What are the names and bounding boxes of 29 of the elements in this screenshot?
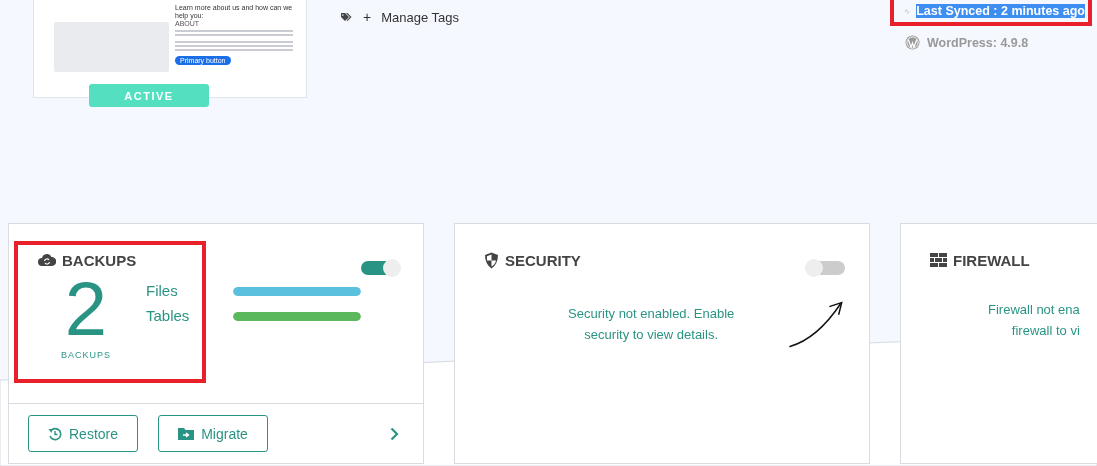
wordpress-icon — [905, 35, 920, 50]
toggle-switch[interactable] — [807, 260, 845, 275]
chevron-right-icon — [390, 426, 399, 441]
migrate-button[interactable]: Migrate — [158, 415, 268, 452]
legend-label: Tables — [146, 306, 190, 325]
arrow-drawing — [788, 299, 845, 349]
card-title: BACKUPS — [62, 251, 137, 269]
message-line: security to view details. — [583, 326, 719, 344]
message-line: firewall to vi — [1010, 322, 1080, 340]
card-title: SECURITY — [505, 251, 581, 269]
status-badge: ACTIVE — [89, 84, 209, 107]
add-symbol[interactable]: + — [363, 9, 372, 25]
toggle-switch[interactable] — [361, 260, 399, 275]
restore-icon — [48, 426, 62, 441]
backup-count: 2 — [64, 271, 108, 347]
brick-wall-icon — [930, 253, 947, 267]
message-line: Security not enabled. Enable — [567, 305, 736, 323]
backup-count-label: BACKUPS — [61, 350, 111, 360]
card-title: FIREWALL — [953, 251, 1030, 269]
tags-icon — [341, 12, 353, 22]
manage-tags-link[interactable]: Manage Tags — [381, 9, 459, 25]
message-line: Firewall not ena — [988, 301, 1080, 319]
restore-button[interactable]: Restore — [28, 415, 138, 452]
folder-arrow-icon — [178, 427, 195, 440]
legend-label: Files — [146, 281, 179, 300]
last-synced-text: Last Synced : 2 minutes ago — [916, 4, 1085, 18]
wordpress-version: WordPress: 4.9.8 — [927, 35, 1029, 50]
cloud-sync-icon — [38, 253, 56, 267]
shield-icon — [484, 251, 499, 269]
